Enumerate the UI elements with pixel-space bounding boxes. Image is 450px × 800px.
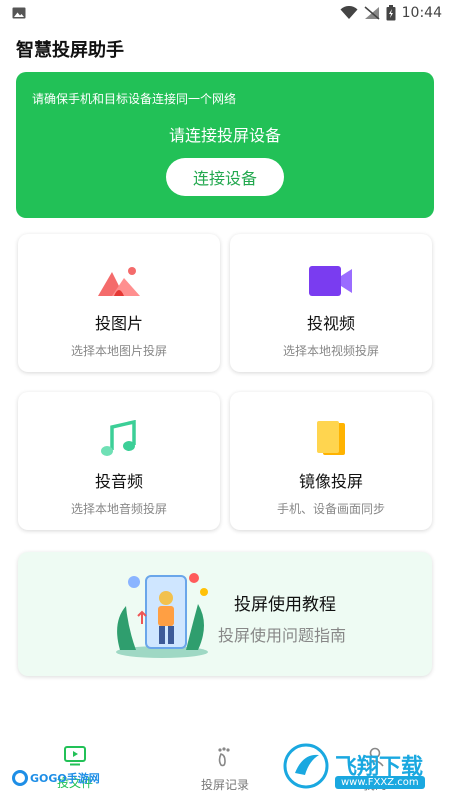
card-subtitle: 选择本地视频投屏 xyxy=(282,344,379,358)
status-time: 10:44 xyxy=(401,5,442,21)
tutorial-subtitle: 投屏使用问题指南 xyxy=(218,626,347,645)
status-bar: 10:44 xyxy=(0,0,450,26)
cast-image-card[interactable]: 投图片 选择本地图片投屏 xyxy=(18,234,220,372)
video-icon xyxy=(308,262,354,300)
connection-status: 请连接投屏设备 xyxy=(168,126,281,145)
tutorial-illustration xyxy=(106,566,216,664)
watermark-left-text: GOGO手游网 xyxy=(30,772,100,785)
tv-icon xyxy=(64,746,86,769)
watermark-url: www.FXXZ.com xyxy=(335,776,425,789)
cast-audio-card[interactable]: 投音频 选择本地音频投屏 xyxy=(18,392,220,530)
watermark-logo-icon xyxy=(12,770,28,786)
connection-banner: 请确保手机和目标设备连接同一个网络 请连接投屏设备 连接设备 xyxy=(16,72,434,218)
no-signal-icon xyxy=(364,6,380,20)
connect-device-button[interactable]: 连接设备 xyxy=(166,158,284,196)
watermark-right: 飞翔下载 www.FXXZ.com xyxy=(283,742,441,794)
screen-mirror-card[interactable]: 镜像投屏 手机、设备画面同步 xyxy=(230,392,432,530)
card-title: 投音频 xyxy=(94,472,143,491)
nav-cast-history[interactable]: 投屏记录 xyxy=(150,740,300,800)
watermark-left: GOGO手游网 xyxy=(12,770,100,786)
mirror-icon xyxy=(311,420,351,458)
gallery-notification-icon xyxy=(12,4,26,23)
music-icon xyxy=(99,420,139,458)
card-title: 投视频 xyxy=(306,314,355,333)
tutorial-card[interactable]: 投屏使用教程 投屏使用问题指南 xyxy=(18,552,432,676)
network-note: 请确保手机和目标设备连接同一个网络 xyxy=(32,92,237,106)
nav-label: 投屏记录 xyxy=(200,778,249,792)
tutorial-title: 投屏使用教程 xyxy=(234,595,336,615)
app-title: 智慧投屏助手 xyxy=(16,40,124,61)
card-title: 镜像投屏 xyxy=(298,472,363,491)
wing-logo-icon xyxy=(283,743,329,793)
footprint-icon xyxy=(214,746,236,771)
card-subtitle: 选择本地图片投屏 xyxy=(70,344,167,358)
cast-video-card[interactable]: 投视频 选择本地视频投屏 xyxy=(230,234,432,372)
image-icon xyxy=(96,262,142,300)
card-subtitle: 手机、设备画面同步 xyxy=(276,502,385,516)
wifi-icon xyxy=(340,6,358,20)
card-title: 投图片 xyxy=(94,314,143,333)
card-subtitle: 选择本地音频投屏 xyxy=(70,502,167,516)
battery-icon xyxy=(386,5,396,21)
